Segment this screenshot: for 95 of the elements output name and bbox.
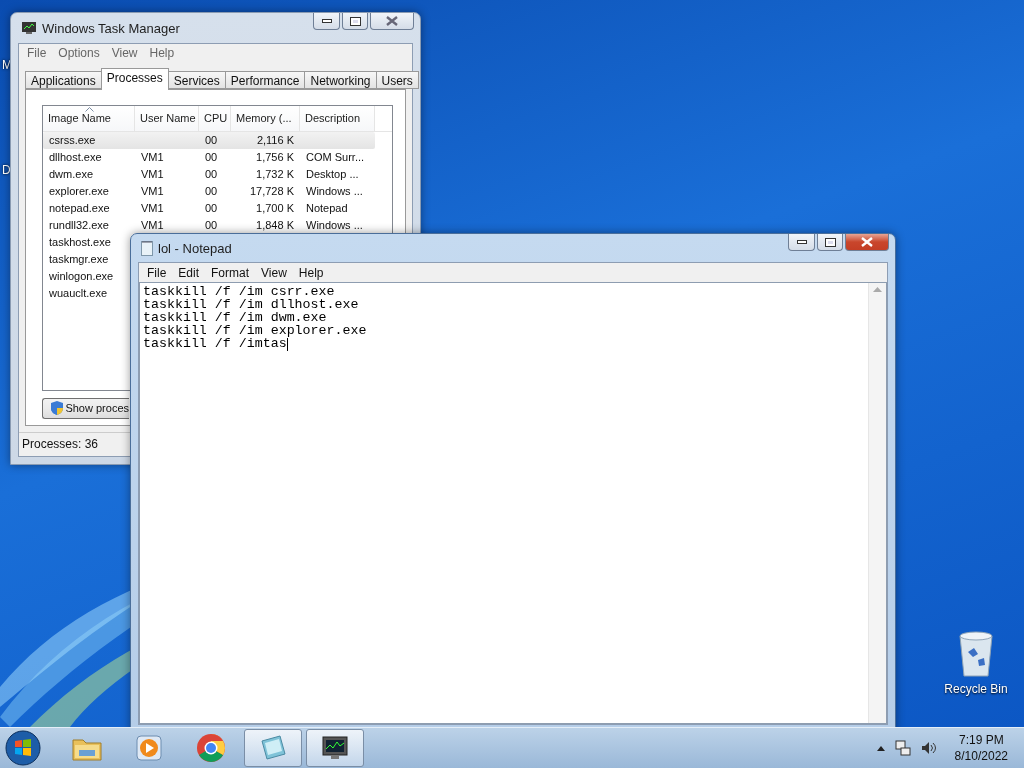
maximize-button[interactable] (342, 13, 368, 30)
table-cell-text: 1,732 K (255, 168, 295, 181)
tab[interactable]: Performance (224, 70, 306, 89)
menu-item[interactable]: Help (292, 265, 330, 280)
table-cell-text: 2,116 K (255, 134, 295, 147)
monitor-icon (320, 734, 350, 762)
column-header[interactable]: CPU (199, 105, 231, 131)
menu-item[interactable]: View (105, 46, 144, 61)
minimize-icon (321, 19, 332, 23)
window-title: lol - Notepad (158, 240, 232, 256)
column-header[interactable]: Memory (... (231, 105, 300, 131)
table-cell-text: Windows ... (305, 185, 364, 198)
table-cell-text: 1,848 K (255, 219, 295, 232)
close-icon (386, 16, 398, 26)
table-cell-text: 00 (204, 151, 219, 164)
minimize-button[interactable] (313, 13, 340, 30)
menu-item[interactable]: Help (143, 46, 181, 61)
recycle-bin-icon[interactable] (956, 630, 996, 678)
tab[interactable]: Networking (304, 70, 377, 89)
start-button[interactable] (4, 729, 42, 767)
table-cell-text: taskmgr.exe (48, 253, 110, 266)
icon-label: D (2, 163, 11, 177)
table-cell-text: 00 (204, 168, 219, 181)
table-cell-text: 17,728 K (248, 185, 295, 198)
table-cell-text: 00 (204, 202, 219, 215)
close-button[interactable] (370, 13, 414, 30)
table-cell-text: wuauclt.exe (48, 287, 109, 300)
table-cell-text: VM1 (140, 219, 165, 232)
table-cell-text: COM Surr... (305, 151, 366, 164)
close-icon (861, 237, 873, 247)
scrollbar[interactable] (868, 283, 886, 723)
column-header[interactable]: Image Name (43, 105, 135, 131)
browser-icon (196, 733, 226, 763)
table-cell-text: dwm.exe (48, 168, 95, 181)
column-header[interactable]: Description (300, 105, 375, 131)
table-cell-text: Desktop ... (305, 168, 360, 181)
column-header[interactable]: User Name (135, 105, 199, 131)
text-line: taskkill /f /im explorer.exe (143, 324, 368, 338)
table-cell-text: notepad.exe (48, 202, 111, 215)
menu-item[interactable]: File (141, 265, 173, 280)
table-cell-text: VM1 (140, 168, 165, 181)
table-cell-text: 1,756 K (255, 151, 295, 164)
table-cell-text: csrss.exe (48, 134, 97, 147)
table-cell-text: 1,700 K (255, 202, 295, 215)
text-line: taskkill /f /im dllhost.exe (143, 298, 360, 312)
minimize-button[interactable] (788, 234, 815, 251)
menu-item[interactable]: File (21, 46, 53, 61)
media-player-icon (135, 734, 163, 762)
table-cell-text: explorer.exe (48, 185, 110, 198)
text-line: taskkill /f /im dwm.exe (143, 311, 328, 325)
minimize-icon (796, 240, 807, 244)
table-cell-text: 00 (204, 185, 219, 198)
maximize-button[interactable] (817, 234, 843, 251)
table-cell-text: dllhost.exe (48, 151, 103, 164)
close-button[interactable] (845, 234, 889, 251)
text-editor[interactable]: taskkill /f /im csrr.exe taskkill /f /im dllhost.exe taskkill /f /im dwm.exe taskkill /f /im explorer.exe taskkill /f /imtas (139, 282, 887, 724)
text-line: taskkill /f /im csrr.exe (143, 286, 336, 299)
shield-icon (50, 400, 64, 417)
table-cell-text: Notepad (305, 202, 349, 215)
text-line: taskkill /f /imtas (143, 337, 288, 351)
menu-item[interactable]: View (255, 265, 293, 280)
show-processes-button[interactable]: Show proces (42, 397, 129, 419)
notepad-icon (141, 240, 153, 256)
clock-time: 7:19 PM (958, 732, 1004, 748)
menu-item[interactable]: Edit (172, 265, 206, 280)
table-cell-text: rundll32.exe (48, 219, 110, 232)
menu-item[interactable]: Options (52, 46, 106, 61)
volume-icon[interactable] (920, 741, 937, 755)
table-cell-text: 00 (204, 219, 219, 232)
clock[interactable]: 7:19 PM 8/10/2022 (954, 732, 1008, 764)
table-cell-text: Windows ... (305, 219, 364, 232)
table-cell-text: VM1 (140, 202, 165, 215)
window-title: Windows Task Manager (42, 20, 180, 36)
table-cell-text: 00 (204, 134, 219, 147)
tab[interactable]: Users (375, 70, 419, 89)
table-cell-text: winlogon.exe (48, 270, 115, 283)
status-text: Processes: 36 (22, 437, 99, 452)
clock-date: 8/10/2022 (954, 748, 1008, 764)
menu-item[interactable]: Format (205, 265, 256, 280)
show-hidden-icons-icon[interactable] (876, 745, 885, 751)
maximize-icon (824, 237, 836, 247)
maximize-icon (349, 16, 361, 26)
text-caret (286, 337, 288, 351)
tab[interactable]: Processes (100, 67, 169, 90)
tab[interactable]: Applications (25, 70, 102, 89)
monitor-icon (21, 21, 37, 35)
icon-label: Recycle Bin (944, 682, 1008, 696)
table-cell-text: taskhost.exe (48, 236, 112, 249)
table-cell-text: VM1 (140, 185, 165, 198)
notepad-icon (258, 733, 288, 763)
tab[interactable]: Services (167, 70, 226, 89)
table-cell-text: VM1 (140, 151, 165, 164)
scroll-up-arrow-icon (873, 287, 882, 292)
taskbar-button[interactable] (306, 729, 364, 767)
network-icon[interactable] (894, 740, 911, 756)
